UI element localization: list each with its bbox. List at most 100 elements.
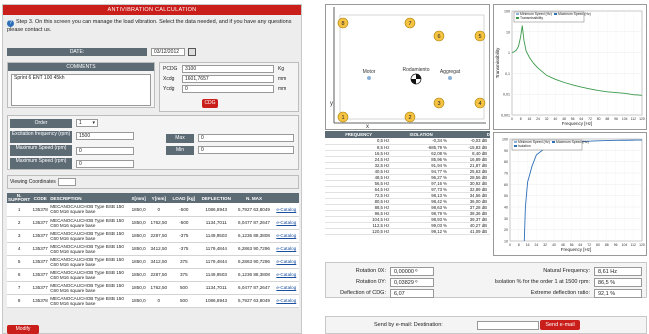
table-cell: 1762,50 [148,216,170,230]
isolation-value: 86,5 % [594,278,642,287]
table-cell: 5,7927 63,8049 [234,294,274,308]
support-point[interactable]: 2 [404,111,416,123]
th-description: DESCRIPTION [49,193,130,203]
x-tick-label: 16 [526,243,530,247]
support-point[interactable]: 7 [404,17,416,29]
ycdg-input[interactable]: 0 [182,85,274,93]
freq-cell: 99,12 % [392,228,450,235]
e-catalog-link[interactable]: e-Catalog [273,294,299,308]
viewing-input[interactable] [58,178,76,186]
excitation-input[interactable]: 1500 [76,132,134,140]
table-cell: 135378 [31,294,50,308]
pcdg-unit: Kg [278,66,285,72]
svg-text:3: 3 [437,101,440,107]
th-db: D [450,131,490,138]
deflection-label: Deflection of CDG: [340,290,386,296]
e-catalog-link[interactable]: e-Catalog [273,281,299,295]
comments-textarea[interactable]: Sprint 6 ENT 100 45kh [11,74,151,106]
th-code: CODE [31,193,50,203]
rot-min-input[interactable]: 0 [198,146,294,154]
e-catalog-link[interactable]: e-Catalog [273,242,299,256]
table-cell: 135377 [31,281,50,295]
legend-label: Transmissibility [520,16,543,20]
e-catalog-link[interactable]: e-Catalog [273,255,299,269]
deflection-value: 6,07 [390,289,434,298]
pcdg-input[interactable]: 3100 [182,65,274,73]
svg-text:1: 1 [341,115,344,121]
support-point[interactable]: 8 [337,17,349,29]
deflection-value: 5,7927 [238,298,253,303]
table-cell: 1850,0 [129,281,149,295]
e-catalog-link[interactable]: e-Catalog [273,216,299,230]
max-speed2-input[interactable]: 0 [76,160,134,168]
support-point[interactable]: 4 [474,97,486,109]
table-cell: 8 [7,294,32,308]
app-root: ANTIVIBRATION CALCULATION ? Step 3. On th… [0,0,649,334]
rot-max-input[interactable]: 0 [198,134,294,142]
table-row: 6 135377 MECANOCAUCHOB Type BSB 150 C60 M1… [7,268,299,282]
table-row: 8 135378 MECANOCAUCHOB Type BSB 150 C60 M1… [7,294,299,308]
legend-swatch [552,141,555,143]
order-select[interactable]: 1 ▾ [76,119,98,127]
table-cell: 135377 [31,268,50,282]
email-box: Send by e-mail: Destination: Send e-mail [325,316,647,334]
x-tick-label: 0 [509,243,511,247]
calendar-icon[interactable] [188,48,196,56]
support-point[interactable]: 1 [337,111,349,123]
e-catalog-link[interactable]: e-Catalog [273,203,299,217]
table-cell: -500 [169,216,199,230]
table-cell: MECANOCAUCHOB Type BSB 150 C60 M16 squar… [49,294,130,308]
x-tick-label: 96 [614,243,618,247]
table-cell: 1850,0 [129,203,149,217]
table-cell: 135377 [31,229,50,243]
x-tick-label: 40 [552,243,556,247]
date-input[interactable]: 03/12/2012 [151,48,185,56]
y-tick-label: 100 [502,138,508,142]
table-cell: MECANOCAUCHOB Type BSB 150 C60 M16 squar… [49,268,130,282]
email-input[interactable] [477,321,539,330]
y-tick-label: 30 [504,217,508,221]
e-catalog-link[interactable]: e-Catalog [273,229,299,243]
aggregat-label: Aggregat [440,69,461,75]
nmax-value: 87,2647 [253,285,270,290]
support-point[interactable]: 5 [474,30,486,42]
intro-text: ? Step 3. On this screen you can manage t… [7,19,299,34]
svg-text:8: 8 [341,21,344,27]
table-cell: 2287,50 [148,229,170,243]
aggregat-marker [448,76,452,80]
y-tick-label: 90 [504,149,508,153]
x-tick-label: 8 [518,243,520,247]
motor-marker [367,76,371,80]
table-cell: 6,0477 87,2647 [234,281,274,295]
x-tick-label: 88 [605,117,609,121]
modify-support-button[interactable]: Modify support [7,325,39,334]
rodamiento-label: Rodamiento [403,67,430,73]
support-point[interactable]: 3 [433,97,445,109]
x-tick-label: 120 [639,243,645,247]
max-speed-input[interactable]: 0 [76,147,134,155]
th-link [273,193,299,203]
xcdg-unit: mm [278,76,287,82]
nmax-value: 88,3808 [253,272,270,277]
legend-swatch [516,13,519,15]
comments-box: COMMENTS Sprint 6 ENT 100 45kh [7,62,155,108]
plot-area [509,138,643,242]
table-row: 2 135377 MECANOCAUCHOB Type BSB 150 C60 M1… [7,216,299,230]
table-cell: 0 [148,203,170,217]
e-catalog-link[interactable]: e-Catalog [273,268,299,282]
xcdg-input[interactable]: 1601,7657 [182,75,274,83]
table-cell: 2 [7,216,32,230]
ycdg-label: Ycdg [163,86,175,92]
cdg-button[interactable]: CDG [202,99,218,108]
natural-frequency-value: 8,61 Hz [594,267,642,276]
table-cell: 1850,0 [129,242,149,256]
x-tick-label: 8 [520,117,522,121]
legend-label: Maximum Speed (Hz) [558,12,591,16]
table-cell: MECANOCAUCHOB Type BSB 150 C60 M16 squar… [49,255,130,269]
deflection-value: 6,1236 [238,233,253,238]
send-email-button[interactable]: Send e-mail [540,320,580,330]
table-cell: 135377 [31,255,50,269]
x-tick-label: 32 [543,243,547,247]
support-point[interactable]: 6 [433,30,445,42]
freq-row: 120,5 Hz 99,12 % 41,09 dB [325,228,490,235]
